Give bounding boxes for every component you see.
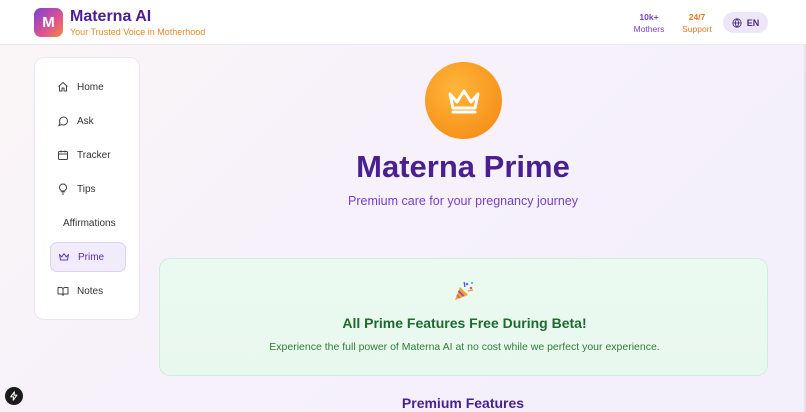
sidebar-item-label: Tracker <box>77 149 111 161</box>
sidebar-item-affirmations[interactable]: Affirmations <box>50 208 136 238</box>
crown-icon <box>59 253 69 261</box>
language-button[interactable]: EN <box>723 12 768 33</box>
book-icon <box>57 287 69 296</box>
lightning-icon <box>10 391 18 401</box>
logo-letter: M <box>42 14 55 31</box>
dev-tools-button[interactable] <box>5 387 23 405</box>
app-logo[interactable]: M <box>34 8 63 37</box>
language-label: EN <box>746 17 760 28</box>
premium-features-heading: Premium Features <box>401 395 525 411</box>
sidebar-item-prime[interactable]: Prime <box>50 242 126 272</box>
sidebar-item-label: Notes <box>77 285 104 297</box>
prime-crown-badge <box>425 62 502 139</box>
stat-support-value: 24/7 <box>688 12 706 22</box>
page-subtitle: Premium care for your pregnancy journey <box>348 194 578 208</box>
calendar-icon <box>58 150 68 160</box>
sidebar-item-tracker[interactable]: Tracker <box>50 140 126 170</box>
beta-description: Experience the full power of Materna AI … <box>269 341 660 353</box>
stat-support-label: Support <box>682 24 712 34</box>
page-title: Materna Prime <box>356 149 570 184</box>
chat-bubble-icon <box>58 116 69 127</box>
sidebar-item-label: Home <box>77 81 104 93</box>
stat-mothers-value: 10k+ <box>639 12 659 22</box>
lightbulb-icon <box>59 183 67 195</box>
sidebar-item-label: Affirmations <box>63 217 116 229</box>
home-icon <box>58 82 68 92</box>
sidebar-item-label: Tips <box>77 183 96 195</box>
globe-icon <box>732 17 742 28</box>
app-title[interactable]: Materna AI <box>70 8 151 26</box>
top-header: M Materna AI Your Trusted Voice in Mothe… <box>0 0 806 45</box>
sidebar-item-tips[interactable]: Tips <box>50 174 126 204</box>
sidebar-item-notes[interactable]: Notes <box>50 276 126 306</box>
sidebar-nav: Home Ask Tracker Tips Affirmations Prime… <box>34 57 140 320</box>
beta-title: All Prime Features Free During Beta! <box>342 315 587 331</box>
sidebar-item-label: Ask <box>77 115 94 127</box>
beta-banner: All Prime Features Free During Beta! Exp… <box>159 258 768 376</box>
sidebar-item-ask[interactable]: Ask <box>50 106 126 136</box>
stat-support: 24/7 Support <box>676 11 718 35</box>
crown-icon <box>448 89 479 113</box>
stat-mothers: 10k+ Mothers <box>628 11 670 35</box>
party-popper-icon <box>455 281 474 300</box>
app-tagline: Your Trusted Voice in Motherhood <box>70 27 206 37</box>
sidebar-item-home[interactable]: Home <box>50 72 126 102</box>
stat-mothers-label: Mothers <box>633 24 665 34</box>
sidebar-item-label: Prime <box>78 251 105 263</box>
